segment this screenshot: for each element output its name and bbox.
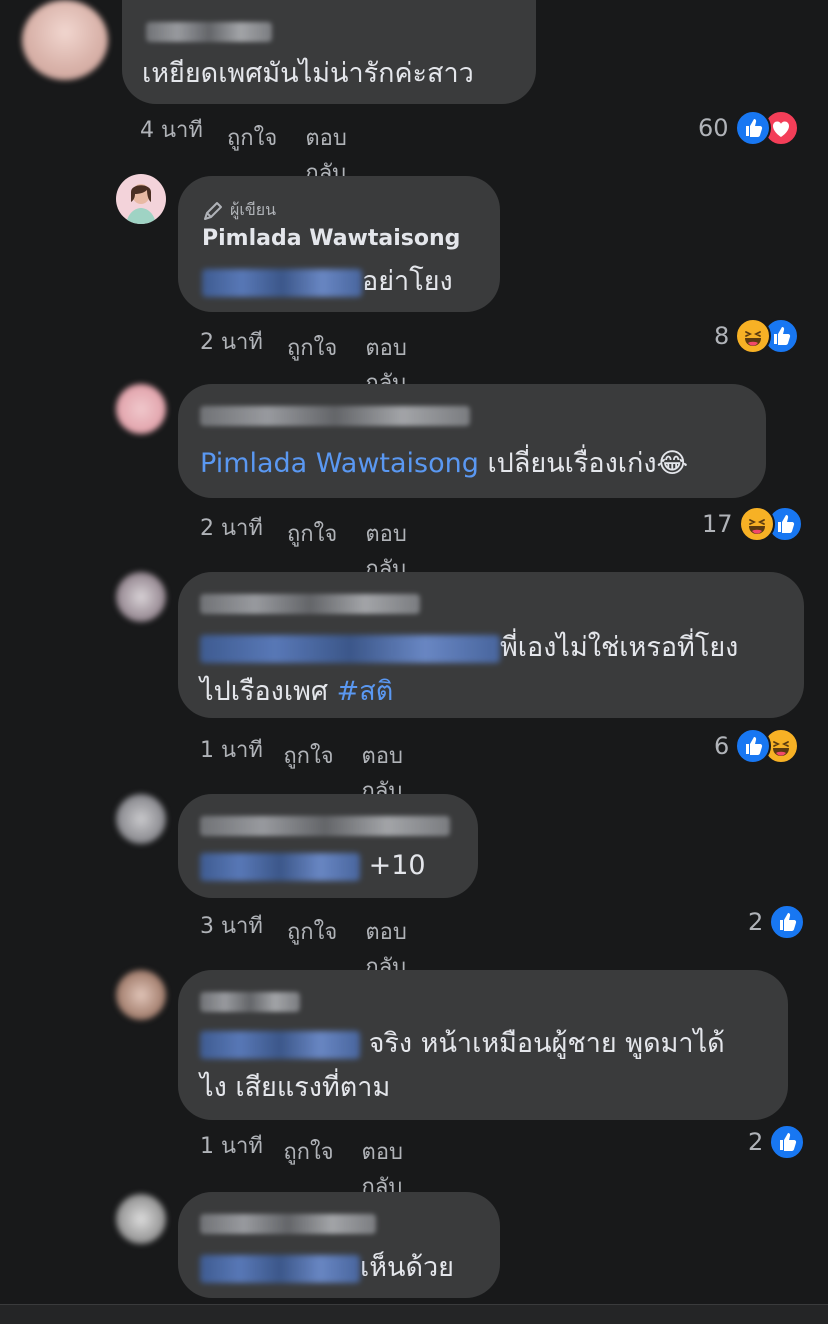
comment-bubble: พี่เองไม่ใช่เหรอที่โยง ไปเรืองเพศ #สติ [178,572,804,718]
reaction-summary[interactable]: 2 [748,1124,806,1160]
comment-text: พี่เองไม่ใช่เหรอที่โยง [200,626,738,670]
author-name-blurred[interactable] [200,1214,376,1234]
reaction-summary[interactable]: 60 [698,110,799,146]
author-name-blurred[interactable] [146,22,272,42]
mention-blurred[interactable] [202,268,362,297]
comment-text: เหยียดเพศมันไม่น่ารักค่ะสาว [142,58,474,89]
comment-text: เห็นด้วย [200,1246,454,1290]
avatar[interactable] [116,384,166,434]
like-icon [734,110,771,146]
reaction-summary[interactable]: 6 [714,728,800,764]
author-badge: ผู้เขียน [202,198,276,223]
comment-text: อย่าโยง [202,260,453,304]
comment-bubble: ผู้เขียน Pimlada Wawtaisong อย่าโยง [178,176,500,312]
avatar[interactable] [116,174,166,224]
comment-bubble: เหยียดเพศมันไม่น่ารักค่ะสาว [122,0,536,104]
author-name-blurred[interactable] [200,816,450,836]
comment-text: +10 [200,844,426,888]
avatar[interactable] [116,794,166,844]
reaction-summary[interactable]: 17 [702,506,803,542]
mention-blurred[interactable] [200,1030,360,1059]
like-icon [769,1124,806,1160]
reaction-summary[interactable]: 8 [714,318,800,354]
comment-composer-edge [0,1304,828,1324]
reaction-count: 2 [748,1128,764,1156]
mention-blurred[interactable] [200,634,500,663]
haha-icon [738,506,775,542]
avatar[interactable] [116,572,166,622]
comment-bubble: +10 [178,794,478,898]
reaction-count: 17 [702,510,733,538]
pen-icon [204,201,222,220]
comment-text: Pimlada Wawtaisong เปลี่ยนเรื่องเก่ง😂 [200,448,689,479]
mention-blurred[interactable] [200,852,360,881]
comment-text-line2: ไปเรืองเพศ #สติ [200,676,394,707]
haha-icon [735,318,772,354]
avatar[interactable] [116,970,166,1020]
hashtag-link[interactable]: #สติ [337,676,394,707]
like-icon [735,728,772,764]
author-badge-label: ผู้เขียน [230,200,277,219]
comment-bubble: จริง หน้าเหมือนผู้ชาย พูดมาได้ ไง เสียแร… [178,970,788,1120]
comment-text: จริง หน้าเหมือนผู้ชาย พูดมาได้ [200,1022,725,1066]
mention-blurred[interactable] [200,1254,360,1283]
comment-bubble: เห็นด้วย [178,1192,500,1298]
author-name[interactable]: Pimlada Wawtaisong [202,226,460,251]
author-name-blurred[interactable] [200,406,470,426]
author-name-blurred[interactable] [200,992,300,1012]
mention-link[interactable]: Pimlada Wawtaisong [200,448,479,479]
reaction-count: 8 [714,322,730,350]
reaction-count: 2 [748,908,764,936]
reaction-summary[interactable]: 2 [748,904,806,940]
author-name-blurred[interactable] [200,594,420,614]
like-icon [769,904,806,940]
reaction-count: 60 [698,114,729,142]
reaction-count: 6 [714,732,730,760]
avatar[interactable] [116,1194,166,1244]
avatar[interactable] [22,0,108,80]
comment-text-line2: ไง เสียแรงที่ตาม [200,1072,391,1103]
comment-bubble: Pimlada Wawtaisong เปลี่ยนเรื่องเก่ง😂 [178,384,766,498]
